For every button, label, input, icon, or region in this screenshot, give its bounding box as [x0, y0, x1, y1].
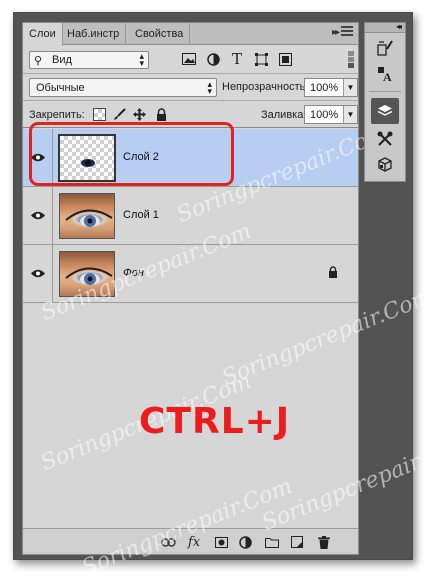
shortcut-overlay: CTRL+J: [139, 401, 291, 442]
new-layer-icon[interactable]: [289, 534, 305, 550]
layers-panel: Слои Наб.инстр Свойства ▸▸ ⚲ Вид ▴ ▾ T О…: [22, 22, 359, 555]
fill-value: 100%: [310, 109, 339, 121]
tab-properties[interactable]: Свойства: [129, 23, 191, 45]
folder-icon[interactable]: [264, 534, 280, 550]
chevron-down-icon[interactable]: ▼: [343, 106, 357, 123]
blend-mode-select[interactable]: Обычные ▴ ▾: [29, 78, 217, 97]
layer-name[interactable]: Фон: [123, 267, 144, 279]
chevron-updown-icon: ▴ ▾: [139, 51, 144, 68]
collapse-panel-icon[interactable]: ▸▸: [332, 27, 340, 38]
adjustment-icon[interactable]: [237, 534, 253, 550]
fill-label: Заливка:: [261, 109, 307, 121]
tab-layers[interactable]: Слои: [23, 23, 63, 46]
right-dock: ◂◂ A: [364, 22, 406, 182]
shape-filter-icon[interactable]: [253, 51, 269, 67]
filter-row: ⚲ Вид ▴ ▾ T: [23, 46, 358, 74]
svg-text:A: A: [383, 70, 392, 82]
smart-object-filter-icon[interactable]: [277, 51, 293, 67]
type-filter-icon[interactable]: T: [229, 50, 245, 68]
3d-icon[interactable]: [371, 152, 399, 178]
panel-bottom-bar: fx: [23, 528, 358, 554]
layer-row-layer1[interactable]: Слой 1: [23, 187, 358, 245]
filter-toggle-switch[interactable]: [348, 51, 356, 69]
pixel-filter-icon[interactable]: [181, 51, 197, 67]
layer-name[interactable]: Слой 1: [123, 209, 159, 221]
layers-icon[interactable]: [371, 98, 399, 124]
brush-preset-icon[interactable]: [371, 35, 399, 61]
layer-thumbnail: [59, 251, 115, 297]
search-icon: ⚲: [34, 55, 43, 67]
visibility-toggle[interactable]: [23, 245, 53, 302]
link-icon[interactable]: [160, 534, 176, 550]
blend-mode-value: Обычные: [36, 82, 85, 94]
opacity-label: Непрозрачность:: [222, 81, 309, 93]
layer-thumbnail: [59, 193, 115, 239]
dock-divider: [369, 91, 401, 92]
tab-tool-presets[interactable]: Наб.инстр: [61, 23, 127, 45]
panel-tabbar: Слои Наб.инстр Свойства ▸▸: [23, 23, 358, 46]
lock-position-move-icon[interactable]: [133, 108, 146, 121]
chevron-down-icon[interactable]: ▼: [343, 79, 357, 96]
eye-icon: [30, 211, 45, 220]
panel-menu-icon[interactable]: [341, 26, 353, 38]
lock-label: Закрепить:: [29, 109, 85, 121]
fill-field[interactable]: 100% ▼: [304, 105, 358, 124]
chevron-updown-icon: ▴ ▾: [207, 79, 212, 96]
lock-image-brush-icon[interactable]: [113, 108, 126, 121]
adjustment-filter-icon[interactable]: [205, 51, 221, 67]
blend-row: Обычные ▴ ▾ Непрозрачность: 100% ▼: [23, 75, 358, 101]
visibility-toggle[interactable]: [23, 187, 53, 244]
eye-icon: [30, 269, 45, 278]
tools-icon[interactable]: [371, 126, 399, 152]
opacity-value: 100%: [310, 82, 339, 94]
lock-transparent-icon[interactable]: [93, 108, 106, 121]
lock-all-icon[interactable]: [155, 108, 168, 121]
filter-kind-select[interactable]: ⚲ Вид ▴ ▾: [29, 51, 149, 69]
trash-icon[interactable]: [316, 534, 332, 550]
collapse-dock-icon[interactable]: ◂◂: [396, 22, 402, 31]
selected-layer-highlight: [29, 122, 234, 186]
opacity-field[interactable]: 100% ▼: [304, 78, 358, 97]
character-icon[interactable]: A: [371, 61, 399, 87]
dock-header: ◂◂: [365, 22, 405, 33]
fx-icon[interactable]: fx: [186, 534, 202, 550]
filter-kind-label: Вид: [52, 54, 72, 66]
lock-icon: [328, 266, 338, 281]
layer-row-background[interactable]: Фон: [23, 245, 358, 303]
mask-icon[interactable]: [213, 534, 229, 550]
